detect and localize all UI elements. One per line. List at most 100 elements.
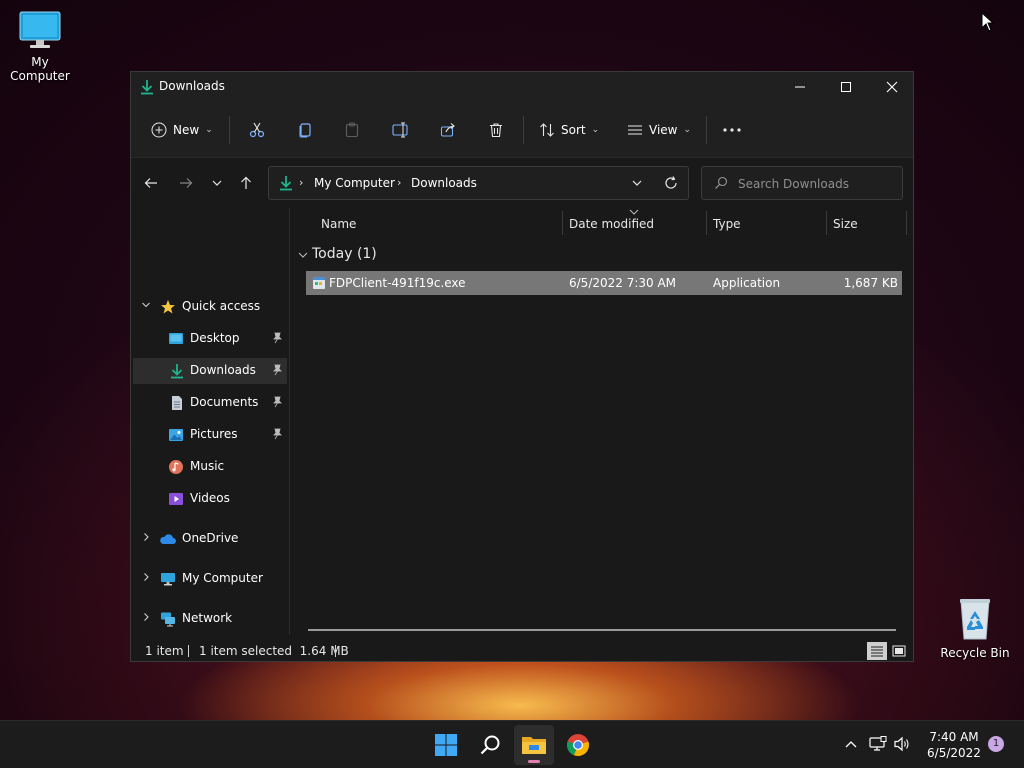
chevron-down-icon[interactable]: [298, 250, 308, 260]
recent-locations-button[interactable]: [205, 172, 229, 194]
file-size: 1,687 KB: [843, 276, 898, 290]
column-divider[interactable]: [706, 211, 707, 235]
cut-button[interactable]: [249, 114, 265, 146]
new-button[interactable]: New ⌄: [151, 114, 213, 146]
nav-onedrive[interactable]: OneDrive: [133, 526, 287, 552]
refresh-icon[interactable]: [664, 176, 678, 190]
sort-label: Sort: [561, 123, 586, 137]
forward-button[interactable]: [174, 172, 198, 194]
view-button[interactable]: View ⌄: [627, 114, 691, 146]
column-divider[interactable]: [826, 211, 827, 235]
paste-button[interactable]: [344, 114, 360, 146]
rename-button[interactable]: [392, 114, 410, 146]
title-bar[interactable]: Downloads: [131, 72, 913, 102]
column-header-date[interactable]: Date modified: [569, 217, 654, 231]
search-box[interactable]: [701, 166, 903, 200]
desktop-icon-my-computer[interactable]: My Computer: [0, 10, 80, 83]
details-view-button[interactable]: [867, 642, 887, 660]
search-icon: [715, 176, 728, 189]
maximize-icon: [841, 82, 851, 92]
desktop-icon-recycle-bin[interactable]: Recycle Bin: [935, 597, 1015, 660]
nav-label: Documents: [190, 395, 259, 409]
chevron-right-icon[interactable]: [141, 532, 151, 545]
monitor-icon: [19, 11, 61, 48]
pane-splitter[interactable]: [289, 208, 290, 635]
notification-badge[interactable]: 1: [988, 736, 1004, 752]
tiles-view-button[interactable]: [889, 642, 909, 660]
status-divider: [335, 645, 336, 657]
table-row[interactable]: FDPClient-491f19c.exe 6/5/2022 7:30 AM A…: [306, 271, 902, 295]
delete-button[interactable]: [488, 114, 504, 146]
volume-icon[interactable]: [893, 736, 911, 752]
search-button[interactable]: [470, 725, 510, 765]
chevron-right-icon[interactable]: [141, 572, 151, 585]
breadcrumb-my-computer[interactable]: My Computer: [314, 176, 395, 190]
horizontal-scrollbar[interactable]: [308, 629, 896, 631]
nav-label: Music: [190, 459, 225, 473]
column-header-type[interactable]: Type: [713, 217, 741, 231]
start-button[interactable]: [426, 725, 466, 765]
chevron-right-icon[interactable]: [141, 612, 151, 625]
nav-item-videos[interactable]: Videos: [133, 486, 287, 512]
status-bar: 1 item 1 item selected 1.64 MB: [131, 639, 913, 661]
address-dropdown-icon[interactable]: [631, 177, 643, 189]
nav-item-pictures[interactable]: Pictures: [133, 422, 287, 448]
column-header-size[interactable]: Size: [833, 217, 858, 231]
nav-item-desktop[interactable]: Desktop: [133, 326, 287, 352]
chrome-taskbar-button[interactable]: [558, 725, 598, 765]
nav-item-music[interactable]: Music: [133, 454, 287, 480]
column-header-name[interactable]: Name: [321, 217, 356, 231]
close-button[interactable]: [869, 72, 913, 102]
mouse-cursor-icon: [981, 12, 995, 32]
folder-icon: [522, 737, 546, 754]
pin-icon[interactable]: [271, 428, 283, 440]
status-divider: [188, 645, 189, 657]
minimize-icon: [795, 86, 805, 88]
download-icon: [141, 80, 153, 95]
recycle-bin-icon: [960, 599, 990, 640]
pin-icon[interactable]: [271, 396, 283, 408]
cloud-icon: [160, 534, 176, 544]
nav-label: Network: [182, 611, 233, 625]
close-icon: [886, 81, 898, 93]
selection-info: 1 item selected 1.64 MB: [199, 644, 349, 658]
nav-quick-access[interactable]: Quick access: [133, 294, 287, 320]
pin-icon[interactable]: [271, 332, 283, 344]
pictures-icon: [169, 429, 183, 441]
network-status-icon[interactable]: [869, 736, 887, 752]
maximize-button[interactable]: [823, 72, 869, 102]
group-header-today[interactable]: Today (1): [312, 246, 377, 262]
copy-icon: [299, 123, 311, 138]
minimize-button[interactable]: [777, 72, 823, 102]
chevron-down-icon[interactable]: [141, 300, 151, 313]
system-clock[interactable]: 7:40 AM 6/5/2022: [914, 729, 994, 761]
desktop-icon-label: My Computer: [10, 55, 70, 83]
breadcrumb-downloads[interactable]: Downloads: [411, 176, 477, 190]
plus-circle-icon: [151, 122, 167, 138]
pin-icon[interactable]: [271, 364, 283, 376]
copy-button[interactable]: [297, 114, 313, 146]
chevron-up-icon[interactable]: [844, 738, 858, 752]
sort-button[interactable]: Sort ⌄: [539, 114, 599, 146]
share-button[interactable]: [440, 114, 456, 146]
chevron-down-icon: ⌄: [683, 125, 692, 135]
back-button[interactable]: [139, 172, 163, 194]
navigation-row: › My Computer › Downloads: [131, 158, 913, 208]
chevron-down-icon: [212, 180, 222, 186]
search-input[interactable]: [738, 175, 898, 193]
file-explorer-window: Downloads New ⌄ Sort ⌄ View ⌄ › My Compu…: [130, 71, 914, 662]
window-title: Downloads: [159, 79, 225, 93]
music-icon: [169, 460, 183, 474]
up-button[interactable]: [234, 172, 258, 194]
navigation-pane: Quick access Desktop Downloads Documents: [131, 208, 289, 635]
nav-network[interactable]: Network: [133, 606, 287, 632]
column-divider[interactable]: [562, 211, 563, 235]
address-bar[interactable]: › My Computer › Downloads: [268, 166, 689, 200]
column-divider[interactable]: [906, 211, 907, 235]
more-options-button[interactable]: [722, 114, 742, 146]
nav-item-documents[interactable]: Documents: [133, 390, 287, 416]
file-explorer-taskbar-button[interactable]: [514, 725, 554, 765]
desktop-icon-label: Recycle Bin: [940, 646, 1010, 660]
nav-my-computer[interactable]: My Computer: [133, 566, 287, 592]
nav-item-downloads[interactable]: Downloads: [133, 358, 287, 384]
